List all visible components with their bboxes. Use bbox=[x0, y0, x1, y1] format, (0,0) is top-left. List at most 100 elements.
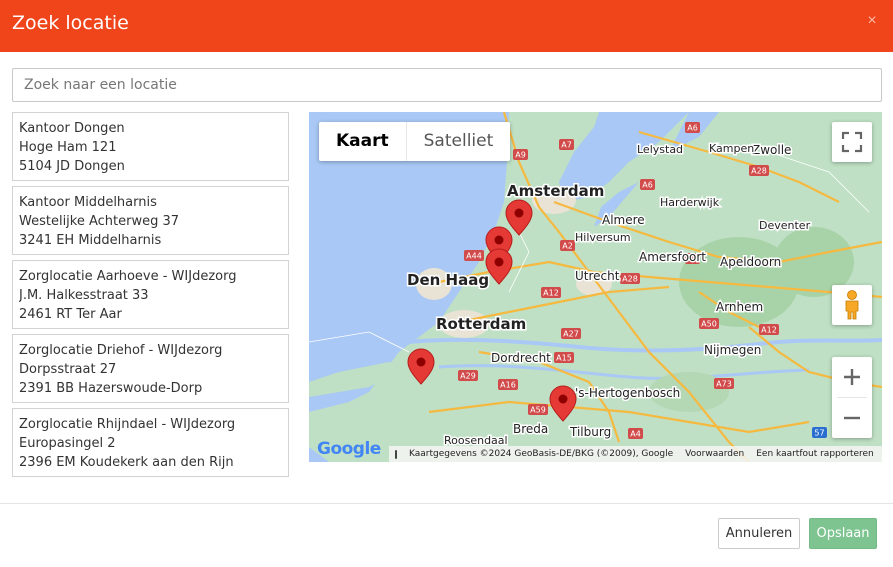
svg-text:A6: A6 bbox=[642, 181, 653, 190]
zoom-control bbox=[832, 357, 872, 438]
svg-text:A4: A4 bbox=[630, 430, 641, 439]
search-input[interactable] bbox=[12, 68, 882, 102]
road-shield: A28 bbox=[620, 273, 640, 284]
city-label: Almere bbox=[602, 213, 645, 227]
street-view-button[interactable] bbox=[832, 285, 872, 325]
road-shield: A50 bbox=[699, 318, 719, 329]
road-shield: A29 bbox=[458, 370, 478, 381]
list-item[interactable]: Kantoor Dongen Hoge Ham 121 5104 JD Dong… bbox=[12, 112, 289, 181]
zoom-out-icon bbox=[844, 416, 860, 420]
map-type-control: Kaart Satelliet bbox=[319, 122, 511, 161]
location-city: 5104 JD Dongen bbox=[19, 159, 125, 174]
city-label: Breda bbox=[513, 422, 548, 436]
svg-text:A29: A29 bbox=[460, 372, 476, 381]
svg-text:A2: A2 bbox=[562, 242, 573, 251]
city-label: Lelystad bbox=[637, 143, 683, 156]
location-name: Kantoor Dongen bbox=[19, 121, 125, 136]
list-item[interactable]: Zorglocatie Driehof - WIJdezorg Dorpsstr… bbox=[12, 334, 289, 403]
city-label: Zwolle bbox=[752, 143, 791, 157]
location-name: Zorglocatie Rhijndael - WIJdezorg bbox=[19, 417, 236, 432]
svg-text:A44: A44 bbox=[466, 252, 482, 261]
road-shield: 57 bbox=[812, 427, 827, 438]
svg-text:A28: A28 bbox=[751, 167, 767, 176]
road-shield: A28 bbox=[749, 165, 769, 176]
city-label: Nijmegen bbox=[704, 343, 761, 357]
list-item[interactable]: Zorglocatie Rhijndael - WIJdezorg Europa… bbox=[12, 408, 289, 477]
road-shield: A12 bbox=[759, 324, 779, 335]
city-label: Hilversum bbox=[575, 231, 631, 244]
list-item[interactable]: Kantoor Middelharnis Westelijke Achterwe… bbox=[12, 186, 289, 255]
road-shield: A59 bbox=[528, 404, 548, 415]
city-label: Amsterdam bbox=[507, 182, 604, 200]
zoom-in-button[interactable] bbox=[832, 357, 872, 397]
list-item[interactable]: Zorglocatie Aarhoeve - WIJdezorg J.M. Ha… bbox=[12, 260, 289, 329]
map-type-kaart-button[interactable]: Kaart bbox=[319, 122, 406, 161]
road-shield: A2 bbox=[560, 240, 575, 251]
road-shield: A7 bbox=[559, 139, 574, 150]
terms-link[interactable]: Voorwaarden bbox=[685, 449, 744, 459]
location-list: Kantoor Dongen Hoge Ham 121 5104 JD Dong… bbox=[12, 112, 289, 482]
city-label: Deventer bbox=[759, 219, 811, 232]
footer-divider bbox=[0, 503, 893, 504]
keyboard-icon[interactable] bbox=[395, 449, 397, 459]
road-shield: A6 bbox=[685, 122, 700, 133]
location-city: 2391 BB Hazerswoude-Dorp bbox=[19, 381, 203, 396]
fullscreen-button[interactable] bbox=[832, 122, 872, 162]
road-shield: A73 bbox=[714, 378, 734, 389]
svg-text:A28: A28 bbox=[622, 275, 638, 284]
google-logo-text: Google bbox=[317, 439, 381, 459]
city-label: Tilburg bbox=[569, 425, 611, 439]
city-label: Arnhem bbox=[716, 300, 763, 314]
location-street: Europasingel 2 bbox=[19, 436, 116, 451]
location-street: Westelijke Achterweg 37 bbox=[19, 214, 180, 229]
location-street: Hoge Ham 121 bbox=[19, 140, 117, 155]
city-label: Harderwijk bbox=[660, 196, 720, 209]
svg-text:A50: A50 bbox=[701, 320, 717, 329]
map-canvas[interactable]: A6 A7 A9 A6 A28 A2 A44 A1 A12 A28 A12 A5… bbox=[309, 112, 882, 462]
zoom-out-button[interactable] bbox=[832, 398, 872, 438]
svg-text:57: 57 bbox=[814, 429, 824, 438]
svg-text:A6: A6 bbox=[687, 124, 698, 133]
map-type-satellite-button[interactable]: Satelliet bbox=[407, 122, 511, 161]
location-name: Kantoor Middelharnis bbox=[19, 195, 157, 210]
road-shield: A4 bbox=[628, 428, 643, 439]
svg-text:A27: A27 bbox=[563, 330, 579, 339]
map-view[interactable]: A6 A7 A9 A6 A28 A2 A44 A1 A12 A28 A12 A5… bbox=[309, 112, 882, 462]
city-label: Apeldoorn bbox=[720, 255, 781, 269]
save-button[interactable]: Opslaan bbox=[809, 518, 877, 549]
city-label: Kampen bbox=[709, 142, 754, 155]
report-error-link[interactable]: Een kaartfout rapporteren bbox=[756, 449, 874, 459]
location-name: Zorglocatie Driehof - WIJdezorg bbox=[19, 343, 223, 358]
location-street: J.M. Halkesstraat 33 bbox=[19, 288, 149, 303]
google-logo: Google bbox=[317, 439, 381, 459]
svg-text:A12: A12 bbox=[761, 326, 777, 335]
road-shield: A6 bbox=[640, 179, 655, 190]
road-shield: A9 bbox=[513, 149, 528, 160]
cancel-button[interactable]: Annuleren bbox=[718, 518, 800, 549]
svg-text:A12: A12 bbox=[543, 289, 559, 298]
svg-text:A9: A9 bbox=[515, 151, 526, 160]
road-shield: A27 bbox=[561, 328, 581, 339]
road-shield: A15 bbox=[554, 352, 574, 363]
location-street: Dorpsstraat 27 bbox=[19, 362, 117, 377]
pegman-icon bbox=[845, 290, 859, 320]
svg-text:A59: A59 bbox=[530, 406, 546, 415]
city-label: Rotterdam bbox=[436, 315, 526, 333]
attribution-text: Kaartgegevens ©2024 GeoBasis-DE/BKG (©20… bbox=[409, 449, 674, 459]
fullscreen-icon bbox=[841, 131, 863, 153]
city-label: Amersfoort bbox=[639, 250, 706, 264]
road-shield: A44 bbox=[464, 250, 484, 261]
road-shield: A12 bbox=[541, 287, 561, 298]
close-icon[interactable]: × bbox=[865, 13, 879, 29]
location-name: Zorglocatie Aarhoeve - WIJdezorg bbox=[19, 269, 237, 284]
location-city: 3241 EH Middelharnis bbox=[19, 233, 162, 248]
svg-text:A7: A7 bbox=[561, 141, 572, 150]
road-shield: A16 bbox=[498, 379, 518, 390]
dialog-title: Zoek locatie bbox=[12, 12, 129, 34]
svg-text:A15: A15 bbox=[556, 354, 572, 363]
svg-text:A16: A16 bbox=[500, 381, 516, 390]
city-label: Utrecht bbox=[575, 269, 620, 283]
location-city: 2396 EM Koudekerk aan den Rijn bbox=[19, 455, 234, 470]
dialog-header: Zoek locatie × bbox=[0, 0, 893, 52]
zoom-in-icon bbox=[844, 369, 860, 385]
